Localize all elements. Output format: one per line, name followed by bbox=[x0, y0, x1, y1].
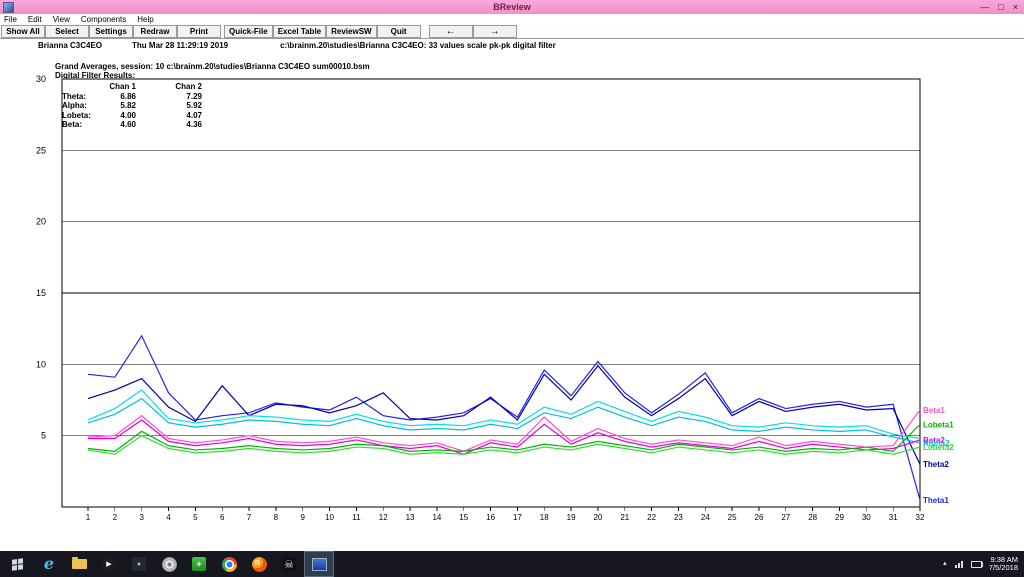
band-label: Beta: bbox=[62, 120, 106, 130]
hidden-icons-arrow[interactable]: ▲ bbox=[942, 561, 948, 567]
menu-edit[interactable]: Edit bbox=[28, 15, 42, 24]
taskbar-item-file-explorer[interactable] bbox=[64, 551, 94, 577]
file-explorer-icon bbox=[72, 559, 87, 569]
taskbar-item-game-app[interactable]: ☠ bbox=[274, 551, 304, 577]
breview-taskbar-icon bbox=[312, 558, 327, 571]
toolbar: Show AllSelectSettingsRedrawPrintQuick-F… bbox=[0, 24, 1024, 39]
session-timestamp: Thu Mar 28 11:29:19 2019 bbox=[132, 41, 228, 50]
green-app-icon: + bbox=[192, 557, 206, 571]
system-tray: ▲ 9:38 AM 7/5/2018 bbox=[942, 551, 1022, 577]
toolbar-button-excel-table[interactable]: Excel Table bbox=[273, 25, 326, 38]
game-app-icon: ☠ bbox=[282, 557, 296, 571]
taskbar-icons: e ▶ ● + ☠ bbox=[34, 551, 334, 577]
filter-results-table: Chan 1Chan 2Theta:6.867.29Alpha:5.825.92… bbox=[62, 82, 202, 130]
band-value: 4.60 bbox=[106, 120, 136, 130]
photo-viewer-icon: ● bbox=[132, 557, 146, 571]
toolbar-button-print[interactable]: Print bbox=[177, 25, 221, 38]
menu-file[interactable]: File bbox=[4, 15, 17, 24]
minimize-button[interactable]: — bbox=[980, 0, 989, 14]
band-value: 5.82 bbox=[106, 101, 136, 111]
toolbar-button--[interactable]: → bbox=[473, 25, 517, 38]
menu-components[interactable]: Components bbox=[81, 15, 126, 24]
titlebar: BReview — □ × bbox=[0, 0, 1024, 14]
filter-results-row: Beta:4.604.36 bbox=[62, 120, 202, 130]
band-value: 7.29 bbox=[136, 92, 202, 102]
app-icon bbox=[3, 2, 14, 13]
column-header bbox=[62, 82, 106, 92]
band-value: 5.92 bbox=[136, 101, 202, 111]
breview-window: BReview — □ × File Edit View Components Help… bbox=[0, 0, 1024, 576]
toolbar-button-settings[interactable]: Settings bbox=[89, 25, 133, 38]
filter-results-header: Chan 1Chan 2 bbox=[62, 82, 202, 92]
taskbar-clock[interactable]: 9:38 AM 7/5/2018 bbox=[989, 556, 1018, 573]
window-controls: — □ × bbox=[980, 0, 1024, 14]
taskbar-item-firefox[interactable] bbox=[244, 551, 274, 577]
taskbar-item-chrome[interactable] bbox=[214, 551, 244, 577]
taskbar-item-internet-explorer[interactable]: e bbox=[34, 551, 64, 577]
filter-results-row: Alpha:5.825.92 bbox=[62, 101, 202, 111]
taskbar-item-media-player[interactable]: ▶ bbox=[94, 551, 124, 577]
band-value: 4.07 bbox=[136, 111, 202, 121]
toolbar-button-quick-file[interactable]: Quick-File bbox=[224, 25, 273, 38]
taskbar-item-green-app[interactable]: + bbox=[184, 551, 214, 577]
toolbar-button-redraw[interactable]: Redraw bbox=[133, 25, 177, 38]
infobar: Brianna C3C4EO Thu Mar 28 11:29:19 2019 … bbox=[0, 39, 1024, 51]
close-button[interactable]: × bbox=[1013, 0, 1018, 14]
menu-bar: File Edit View Components Help bbox=[0, 14, 1024, 24]
network-icon[interactable] bbox=[955, 561, 964, 568]
filter-results-row: Lobeta:4.004.07 bbox=[62, 111, 202, 121]
taskbar: e ▶ ● + ☠ ▲ 9:38 AM 7/5/2018 bbox=[0, 551, 1024, 577]
toolbar-button--[interactable]: ← bbox=[429, 25, 473, 38]
clock-date: 7/5/2018 bbox=[989, 564, 1018, 573]
filter-results-row: Theta:6.867.29 bbox=[62, 92, 202, 102]
chart-title: Grand Averages, session: 10 c:\brainm.20… bbox=[55, 62, 370, 71]
maximize-button[interactable]: □ bbox=[998, 0, 1003, 14]
band-label: Theta: bbox=[62, 92, 106, 102]
cd-drive-icon bbox=[162, 557, 177, 572]
window-title: BReview bbox=[0, 2, 1024, 12]
start-button[interactable] bbox=[0, 551, 34, 577]
toolbar-button-select[interactable]: Select bbox=[45, 25, 89, 38]
band-label: Alpha: bbox=[62, 101, 106, 111]
internet-explorer-icon: e bbox=[44, 556, 54, 572]
toolbar-button-reviewsw[interactable]: ReviewSW bbox=[326, 25, 376, 38]
session-name: Brianna C3C4EO bbox=[38, 41, 102, 50]
toolbar-button-show-all[interactable]: Show All bbox=[1, 25, 45, 38]
firefox-icon bbox=[252, 557, 267, 572]
battery-icon[interactable] bbox=[971, 561, 982, 568]
band-label: Lobeta: bbox=[62, 111, 106, 121]
column-header: Chan 2 bbox=[136, 82, 202, 92]
menu-help[interactable]: Help bbox=[137, 15, 153, 24]
chrome-icon bbox=[222, 557, 237, 572]
taskbar-item-photo-viewer[interactable]: ● bbox=[124, 551, 154, 577]
media-player-icon: ▶ bbox=[102, 557, 116, 571]
taskbar-item-breview-taskbar[interactable] bbox=[304, 551, 334, 577]
band-value: 6.86 bbox=[106, 92, 136, 102]
column-header: Chan 1 bbox=[106, 82, 136, 92]
filter-results-heading: Digital Filter Results: bbox=[55, 71, 135, 80]
session-path: c:\brainm.20\studies\Brianna C3C4EO: 33 … bbox=[280, 41, 556, 50]
windows-logo-icon bbox=[12, 558, 23, 571]
toolbar-button-quit[interactable]: Quit bbox=[377, 25, 421, 38]
menu-view[interactable]: View bbox=[53, 15, 70, 24]
band-value: 4.36 bbox=[136, 120, 202, 130]
band-value: 4.00 bbox=[106, 111, 136, 121]
taskbar-item-cd-drive[interactable] bbox=[154, 551, 184, 577]
